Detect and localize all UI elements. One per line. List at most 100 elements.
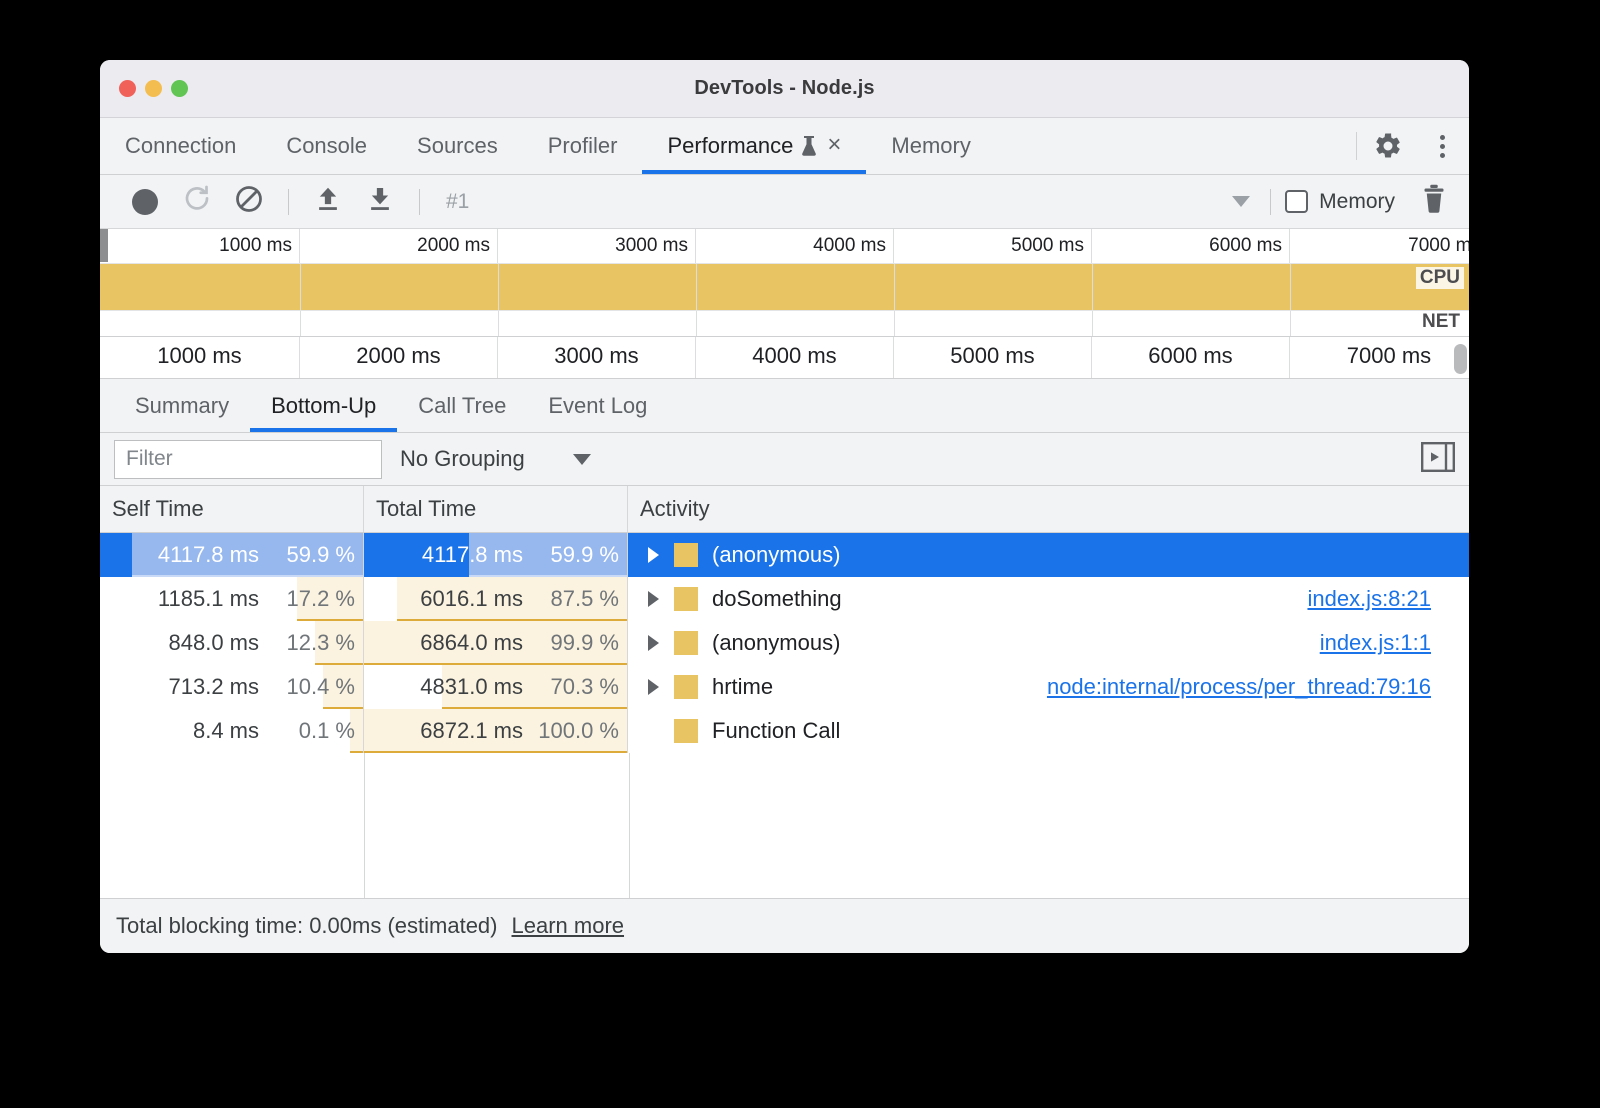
window-title: DevTools - Node.js [100, 77, 1469, 100]
cell-self-time: 713.2 ms10.4 % [100, 665, 364, 709]
cpu-usage-band [100, 264, 1469, 310]
self-time-percent: 12.3 % [259, 630, 355, 656]
source-location-link[interactable]: index.js:8:21 [1307, 586, 1469, 612]
self-time-value: 8.4 ms0.1 % [193, 718, 363, 744]
close-window-button[interactable] [119, 80, 136, 97]
tabstrip-divider [1356, 132, 1357, 160]
table-row[interactable]: 713.2 ms10.4 %4831.0 ms70.3 %hrtimenode:… [100, 665, 1469, 709]
more-options-button[interactable] [1415, 118, 1469, 174]
activity-name: doSomething [712, 586, 842, 612]
overview-window-left-handle[interactable] [100, 229, 108, 262]
tab-call-tree[interactable]: Call Tree [397, 379, 527, 432]
expand-triangle-icon[interactable] [640, 635, 666, 651]
total-time-percent: 99.9 % [523, 630, 619, 656]
chevron-right-icon [648, 591, 659, 607]
cell-total-time: 6016.1 ms87.5 % [364, 577, 628, 621]
experiment-flask-icon [801, 135, 817, 157]
tab-event-log[interactable]: Event Log [527, 379, 668, 432]
clear-all-button[interactable] [1409, 184, 1459, 219]
tab-profiler[interactable]: Profiler [523, 118, 643, 174]
grouping-dropdown[interactable]: No Grouping [400, 446, 591, 472]
activity-name: (anonymous) [712, 630, 840, 656]
grouping-label: No Grouping [400, 446, 525, 472]
show-sidebar-icon [1421, 459, 1455, 476]
cell-activity: hrtimenode:internal/process/per_thread:7… [628, 665, 1469, 709]
source-location-link[interactable]: index.js:1:1 [1320, 630, 1469, 656]
self-time-percent: 59.9 % [259, 542, 355, 568]
tab-connection[interactable]: Connection [100, 118, 261, 174]
table-row[interactable]: 4117.8 ms59.9 %4117.8 ms59.9 %(anonymous… [100, 533, 1469, 577]
tab-memory[interactable]: Memory [866, 118, 995, 174]
traffic-lights [100, 80, 188, 97]
tab-sources[interactable]: Sources [392, 118, 523, 174]
session-selector-label[interactable]: #1 [446, 190, 469, 214]
close-tab-icon[interactable]: × [827, 133, 841, 157]
total-time-value: 4117.8 ms59.9 % [422, 542, 627, 568]
session-selector-dropdown[interactable] [471, 196, 1256, 207]
toggle-sidebar-button[interactable] [1421, 442, 1455, 477]
tab-performance[interactable]: Performance × [642, 118, 866, 174]
expand-triangle-icon[interactable] [640, 591, 666, 607]
chevron-down-icon [1232, 196, 1250, 207]
expand-triangle-icon[interactable] [640, 547, 666, 563]
load-profile-button[interactable] [303, 177, 353, 227]
ruler-tick-label: 1000 ms [219, 235, 292, 257]
source-location-link[interactable]: node:internal/process/per_thread:79:16 [1047, 674, 1469, 700]
cell-activity: doSomething index.js:8:21 [628, 577, 1469, 621]
total-time-ms: 4117.8 ms [422, 542, 523, 568]
main-tabstrip: Connection Console Sources Profiler Perf… [100, 118, 1469, 175]
activity-content: Function Call [640, 718, 1469, 744]
self-time-ms: 1185.1 ms [158, 586, 259, 612]
tab-bottom-up[interactable]: Bottom-Up [250, 379, 397, 432]
tab-console[interactable]: Console [261, 118, 392, 174]
download-profile-icon [366, 185, 394, 218]
table-row[interactable]: 1185.1 ms17.2 %6016.1 ms87.5 %doSomethin… [100, 577, 1469, 621]
settings-button[interactable] [1361, 118, 1415, 174]
cpu-track-label: CPU [1416, 267, 1464, 289]
tabstrip-spacer [996, 118, 1352, 174]
net-track-label: NET [1418, 311, 1464, 333]
activity-content: (anonymous) index.js:1:1 [640, 630, 1469, 656]
table-column-guides [100, 753, 1469, 898]
record-button[interactable] [120, 177, 170, 227]
reload-and-record-button[interactable] [172, 177, 222, 227]
cell-total-time: 4831.0 ms70.3 % [364, 665, 628, 709]
column-header-total-time[interactable]: Total Time [364, 486, 628, 532]
cell-total-time: 4117.8 ms59.9 % [364, 533, 628, 577]
cell-total-time: 6864.0 ms99.9 % [364, 621, 628, 665]
filter-input[interactable] [114, 440, 382, 479]
clear-recording-button[interactable] [224, 177, 274, 227]
activity-color-swatch [674, 631, 698, 655]
net-track: NET [100, 310, 1469, 336]
filter-toolbar: No Grouping [100, 433, 1469, 486]
overview-scrollbar-thumb[interactable] [1454, 344, 1467, 374]
minimize-window-button[interactable] [145, 80, 162, 97]
column-header-self-time[interactable]: Self Time [100, 486, 364, 532]
ruler-tick-label: 7000 ms [1290, 343, 1469, 369]
self-time-value: 848.0 ms12.3 % [169, 630, 364, 656]
self-time-percent: 10.4 % [259, 674, 355, 700]
detail-tabstrip: Summary Bottom-Up Call Tree Event Log [100, 379, 1469, 433]
save-profile-button[interactable] [355, 177, 405, 227]
timeline-overview[interactable]: 1000 ms 2000 ms 3000 ms 4000 ms 5000 ms … [100, 229, 1469, 379]
expand-triangle-icon[interactable] [640, 679, 666, 695]
total-time-percent: 100.0 % [523, 718, 619, 744]
table-row[interactable]: 848.0 ms12.3 %6864.0 ms99.9 %(anonymous)… [100, 621, 1469, 665]
bottom-up-table: Self Time Total Time Activity 4117.8 ms5… [100, 486, 1469, 898]
self-time-ms: 848.0 ms [169, 630, 260, 656]
self-time-value: 1185.1 ms17.2 % [158, 586, 363, 612]
table-row[interactable]: 8.4 ms0.1 %6872.1 ms100.0 %Function Call [100, 709, 1469, 753]
total-time-percent: 87.5 % [523, 586, 619, 612]
chevron-right-icon [648, 679, 659, 695]
ruler-tick-label: 4000 ms [696, 343, 893, 369]
total-time-ms: 6016.1 ms [420, 586, 523, 612]
cell-total-time: 6872.1 ms100.0 % [364, 709, 628, 753]
maximize-window-button[interactable] [171, 80, 188, 97]
column-header-activity[interactable]: Activity [628, 486, 1469, 532]
tab-label: Connection [125, 133, 236, 159]
ruler-tick-label: 2000 ms [417, 235, 490, 257]
memory-checkbox[interactable]: Memory [1285, 190, 1395, 214]
tab-summary[interactable]: Summary [114, 379, 250, 432]
learn-more-link[interactable]: Learn more [512, 913, 625, 939]
total-time-ms: 6872.1 ms [420, 718, 523, 744]
